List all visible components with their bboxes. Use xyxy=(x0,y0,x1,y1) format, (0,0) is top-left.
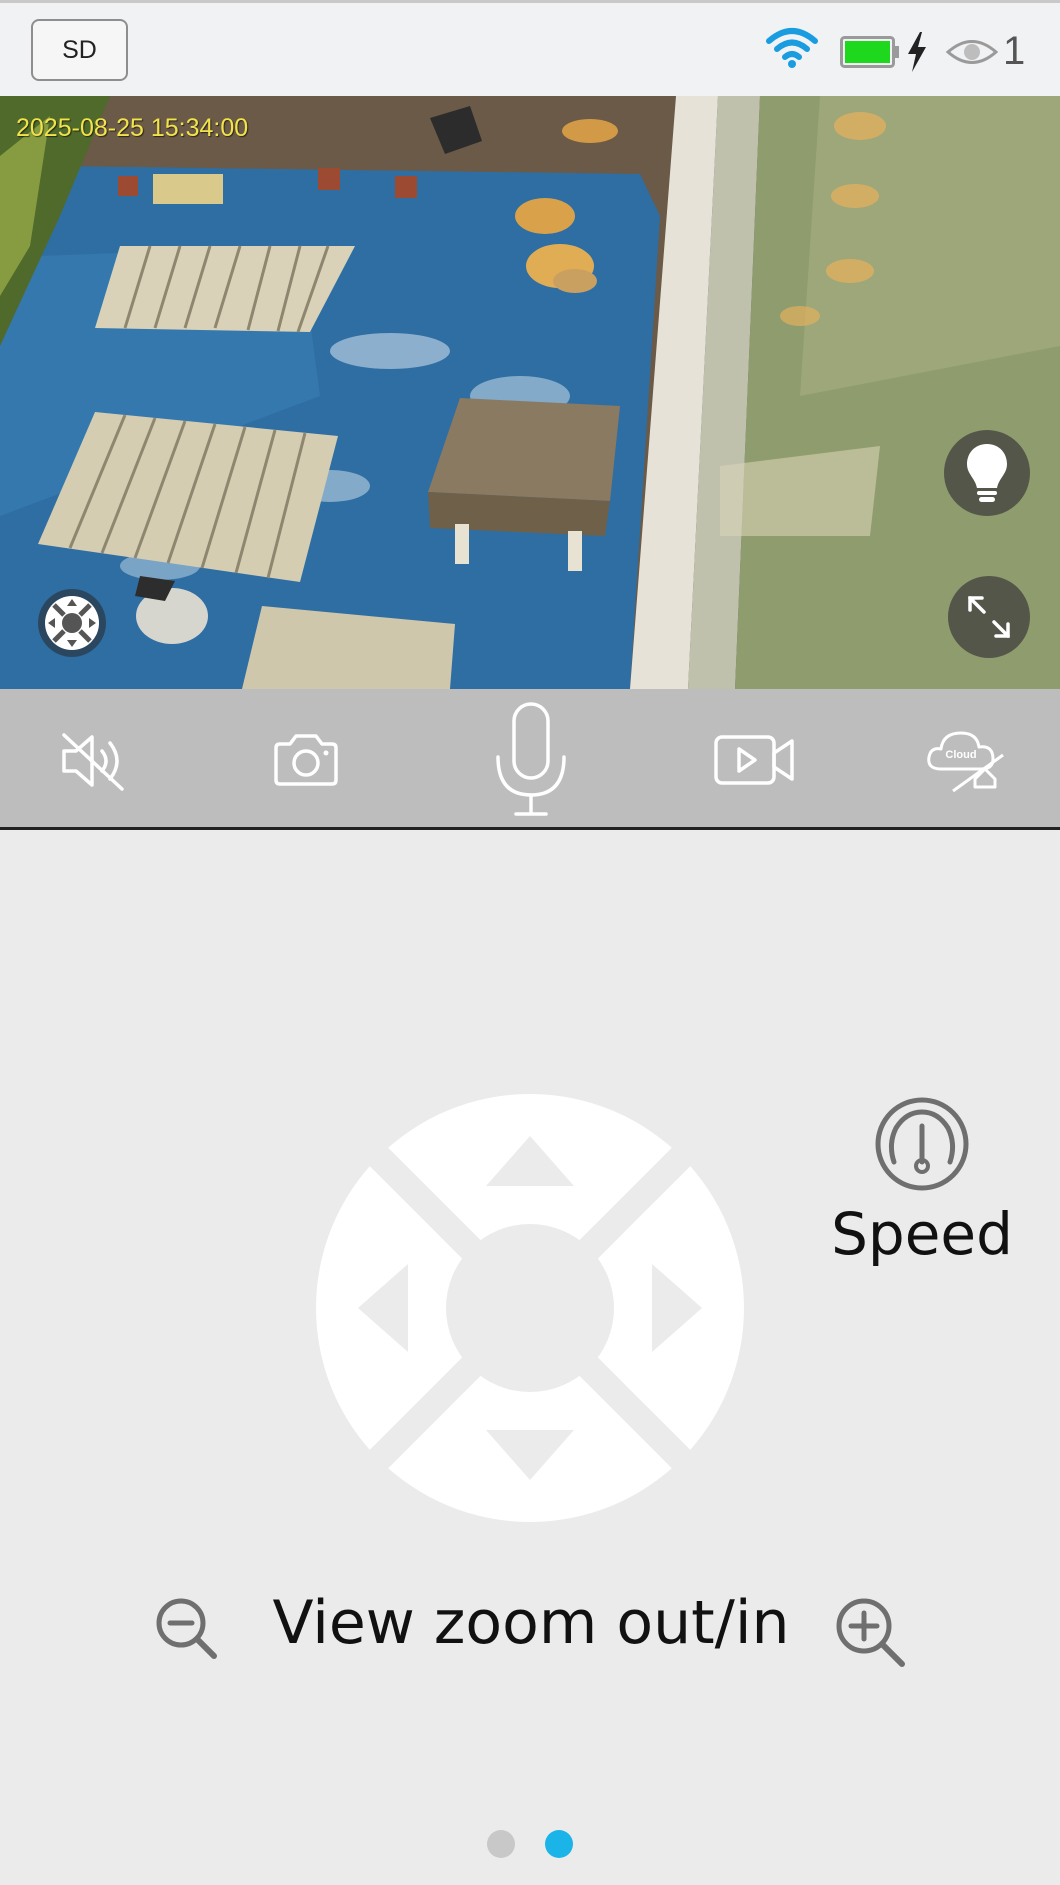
talk-microphone-button[interactable] xyxy=(486,699,576,821)
zoom-in-icon[interactable] xyxy=(834,1596,908,1670)
lightbulb-icon xyxy=(967,444,1007,502)
expand-icon xyxy=(968,596,1010,638)
viewer-count: 1 xyxy=(1003,29,1026,73)
media-toolbar: Cloud xyxy=(0,689,1060,830)
ptz-control-button[interactable] xyxy=(38,589,106,657)
speaker-muted-icon xyxy=(62,733,124,791)
zoom-label: View zoom out/in xyxy=(272,1588,790,1658)
quality-button[interactable]: SD xyxy=(31,19,128,81)
direction-pad-icon xyxy=(45,596,99,650)
mute-button[interactable] xyxy=(55,725,135,797)
quality-label: SD xyxy=(62,35,97,64)
fullscreen-button[interactable] xyxy=(948,576,1030,658)
charging-bolt-icon xyxy=(908,32,926,72)
microphone-icon xyxy=(496,702,566,816)
video-timestamp: 2025-08-25 15:34:00 xyxy=(16,114,249,142)
status-bar: SD 1 xyxy=(0,0,1060,96)
battery-icon xyxy=(840,36,899,68)
speedometer-icon xyxy=(875,1097,969,1191)
cloud-storage-button[interactable]: Cloud xyxy=(924,723,1008,795)
page-indicator-dot-active[interactable] xyxy=(545,1830,573,1858)
cloud-label: Cloud xyxy=(945,749,976,761)
light-toggle-button[interactable] xyxy=(944,430,1030,516)
cloud-disabled-icon: Cloud xyxy=(927,731,1004,793)
video-camera-icon xyxy=(714,735,794,785)
viewers-eye-icon xyxy=(946,40,998,64)
direction-pad xyxy=(316,1094,744,1522)
record-video-button[interactable] xyxy=(708,725,800,795)
speed-button[interactable] xyxy=(872,1094,972,1194)
camera-scene-image xyxy=(0,96,1060,689)
zoom-out-icon[interactable] xyxy=(154,1596,220,1662)
ptz-control-panel: Speed View zoom out/in xyxy=(0,830,1060,1885)
speed-label: Speed xyxy=(831,1200,1013,1268)
page-indicator-dot[interactable] xyxy=(487,1830,515,1858)
snapshot-button[interactable] xyxy=(264,725,348,795)
wifi-icon xyxy=(766,28,818,68)
live-video-feed[interactable]: 2025-08-25 15:34:00 xyxy=(0,96,1060,689)
camera-icon xyxy=(274,734,338,786)
